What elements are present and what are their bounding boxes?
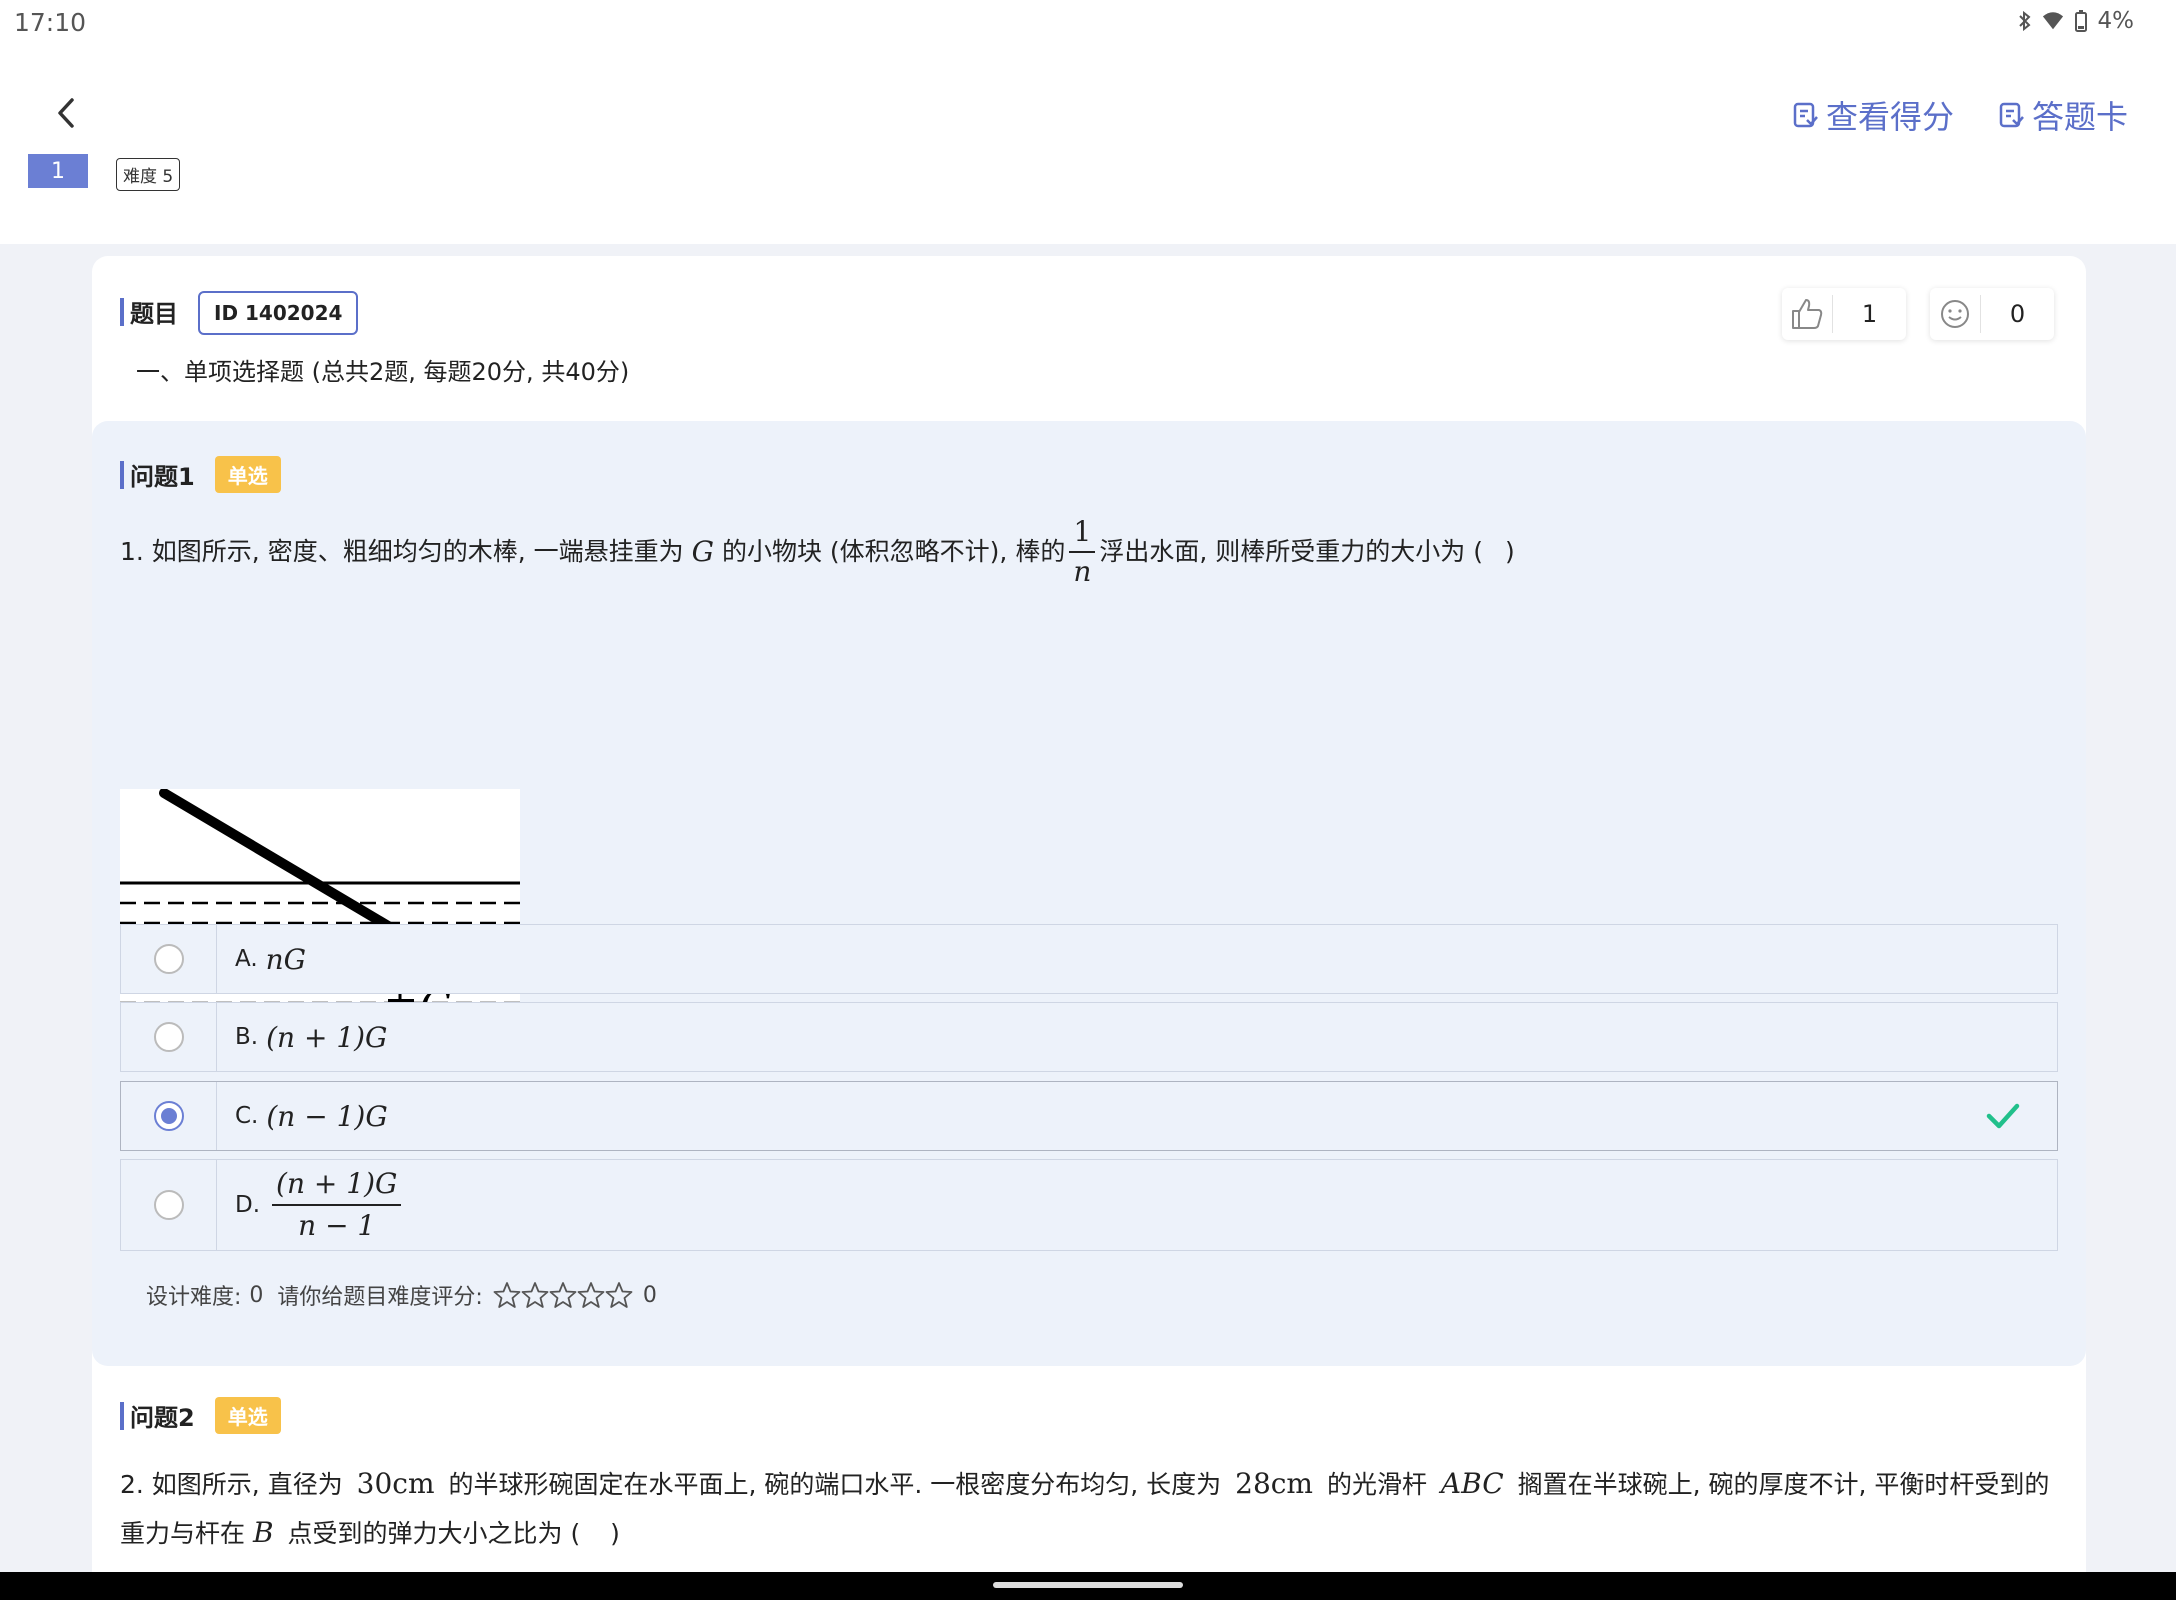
question-2-title: 问题2 单选 (120, 1397, 281, 1434)
option-d[interactable]: D. (n + 1)G n − 1 (120, 1159, 2058, 1251)
question-header: 题目 ID 1402024 一、单项选择题 (总共2题, 每题20分, 共40分… (92, 256, 2086, 421)
rating-score: 0 (642, 1282, 657, 1308)
single-choice-tag: 单选 (214, 1397, 281, 1434)
rate-prompt: 请你给题目难度评分: (277, 1285, 483, 1310)
question-2-text: 2. 如图所示, 直径为 30cm 的半球形碗固定在水平面上, 碗的端口水平. … (120, 1467, 2050, 1549)
difficulty-rating: 设计难度: 0 请你给题目难度评分: 0 (146, 1279, 657, 1311)
difficulty-badge: 难度 5 (116, 158, 181, 191)
option-c-radio[interactable] (153, 1101, 184, 1131)
fraction-1-over-n: 1 n (1069, 513, 1096, 591)
star-icon[interactable] (521, 1281, 549, 1309)
status-bar: 17:10 4% (0, 0, 2176, 44)
question-1-text: 1. 如图所示, 密度、粗细均匀的木棒, 一端悬挂重为 G 的小物块 (体积忽略… (120, 513, 1515, 591)
chevron-left-icon (58, 98, 74, 128)
option-d-radio[interactable] (153, 1190, 184, 1220)
document-icon (1999, 102, 2024, 128)
bluetooth-icon (2014, 10, 2036, 32)
status-time: 17:10 (14, 8, 87, 37)
top-bar: 查看得分 答题卡 (0, 44, 2176, 244)
design-difficulty-value: 0 (249, 1282, 264, 1308)
question-card: 题目 ID 1402024 一、单项选择题 (总共2题, 每题20分, 共40分… (92, 256, 2086, 1600)
question-1-block: 问题1 单选 1. 如图所示, 密度、粗细均匀的木棒, 一端悬挂重为 G 的小物… (92, 421, 2086, 1366)
like-button[interactable]: 1 (1782, 288, 1906, 340)
status-icons: 4% (2014, 8, 2135, 34)
question-1-title: 问题1 单选 (120, 456, 281, 493)
system-nav-bar (0, 1572, 2176, 1600)
design-difficulty-label: 设计难度: (146, 1285, 242, 1310)
star-icon[interactable] (493, 1281, 521, 1309)
question-tab-1[interactable]: 1 (28, 154, 88, 188)
back-button[interactable] (44, 88, 88, 138)
id-badge: ID 1402024 (198, 291, 359, 335)
option-d-fraction: (n + 1)G n − 1 (272, 1164, 402, 1246)
battery-icon (2070, 10, 2092, 32)
battery-percent: 4% (2097, 8, 2135, 34)
answer-card-button[interactable]: 答题卡 (1998, 92, 2128, 138)
thumbs-up-icon (1782, 288, 1832, 340)
section-title: 题目 (120, 294, 178, 329)
view-score-button[interactable]: 查看得分 (1792, 92, 1954, 138)
view-score-label: 查看得分 (1825, 98, 1954, 136)
option-c[interactable]: C. (n − 1)G (120, 1081, 2058, 1151)
like-count: 1 (1861, 300, 1878, 328)
star-icon[interactable] (549, 1281, 577, 1309)
option-a[interactable]: A. nG (120, 924, 2058, 994)
answer-card-label: 答题卡 (2031, 98, 2128, 136)
top-actions: 查看得分 答题卡 (1792, 92, 2128, 138)
star-rating (493, 1281, 633, 1309)
option-b[interactable]: B. (n + 1)G (120, 1002, 2058, 1072)
option-b-radio[interactable] (153, 1022, 184, 1052)
emoji-button[interactable]: 0 (1930, 288, 2054, 340)
option-a-radio[interactable] (153, 944, 184, 974)
emoji-count: 0 (2009, 300, 2026, 328)
document-icon (1793, 102, 1818, 128)
section-description: 一、单项选择题 (总共2题, 每题20分, 共40分) (136, 358, 630, 386)
single-choice-tag: 单选 (214, 456, 281, 493)
home-gesture-handle[interactable] (993, 1582, 1183, 1588)
star-icon[interactable] (605, 1281, 633, 1309)
smiley-icon (1930, 288, 1980, 340)
correct-check-icon (1986, 1103, 2020, 1129)
star-icon[interactable] (577, 1281, 605, 1309)
wifi-icon (2042, 10, 2064, 32)
